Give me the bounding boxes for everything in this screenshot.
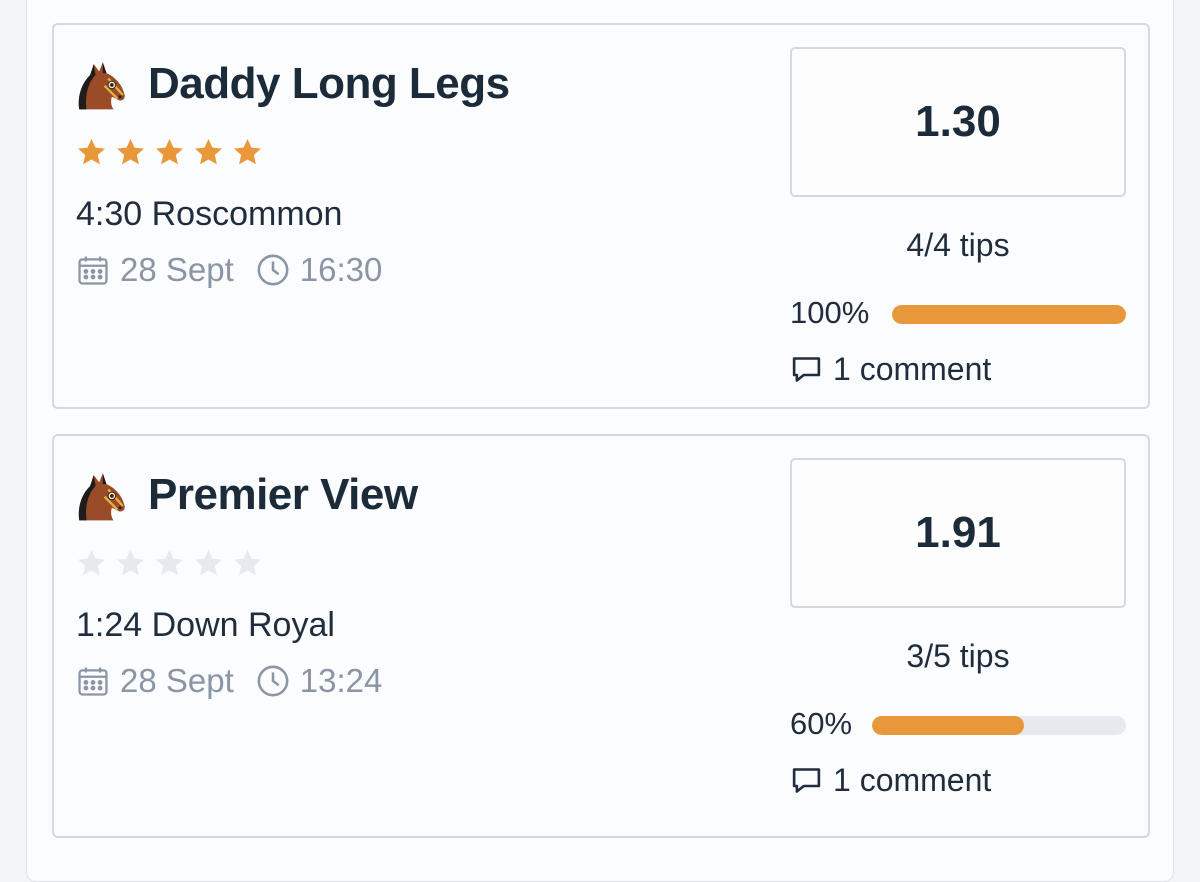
race-time-group: 13:24 xyxy=(256,662,383,700)
tips-count: 3/5 tips xyxy=(906,638,1010,674)
race-date: 28 Sept xyxy=(120,251,234,288)
star-empty-icon xyxy=(156,549,183,576)
comments-link[interactable]: 1 comment xyxy=(790,351,991,388)
tip-card[interactable]: Daddy Long Legs 4:30 Roscommon 28 Sept 1… xyxy=(52,23,1150,409)
star-filled-icon xyxy=(78,138,105,165)
tip-title-row: Daddy Long Legs xyxy=(72,55,510,113)
calendar-icon xyxy=(78,256,108,285)
tips-percent: 60% xyxy=(790,706,853,741)
horse-name[interactable]: Daddy Long Legs xyxy=(148,59,510,109)
race-time: 13:24 xyxy=(299,662,383,699)
calendar-icon xyxy=(78,667,108,696)
star-rating xyxy=(76,137,263,168)
tips-progress-bar xyxy=(892,305,1126,324)
star-empty-icon xyxy=(117,549,144,576)
tip-title-row: Premier View xyxy=(72,466,418,524)
horse-head-icon xyxy=(78,473,125,521)
comments-label[interactable]: 1 comment xyxy=(833,762,991,799)
race-date: 28 Sept xyxy=(120,662,234,699)
comment-icon xyxy=(792,357,821,382)
horse-name[interactable]: Premier View xyxy=(148,470,418,520)
race-meta: 28 Sept 13:24 xyxy=(76,662,382,700)
race-meta: 28 Sept 16:30 xyxy=(76,251,382,289)
comments-link[interactable]: 1 comment xyxy=(790,762,991,799)
odds-box[interactable]: 1.91 xyxy=(790,458,1126,608)
clock-icon xyxy=(257,665,289,697)
comment-icon xyxy=(792,768,821,793)
race-time-group: 16:30 xyxy=(256,251,383,289)
tips-percent: 100% xyxy=(790,295,870,330)
comments-label[interactable]: 1 comment xyxy=(833,351,991,388)
star-filled-icon xyxy=(156,138,183,165)
horse-head-icon xyxy=(78,62,125,110)
star-empty-icon xyxy=(234,549,261,576)
odds-box[interactable]: 1.30 xyxy=(790,47,1126,197)
star-filled-icon xyxy=(195,138,222,165)
star-rating xyxy=(76,548,263,579)
star-empty-icon xyxy=(78,549,105,576)
tip-card[interactable]: Premier View 1:24 Down Royal 28 Sept 13:… xyxy=(52,434,1150,838)
tips-progress-fill xyxy=(872,716,1025,735)
clock-icon xyxy=(257,254,289,286)
race-name: 4:30 Roscommon xyxy=(76,195,343,233)
race-name: 1:24 Down Royal xyxy=(76,606,335,644)
race-time: 16:30 xyxy=(299,251,383,288)
star-empty-icon xyxy=(195,549,222,576)
tips-progress-fill xyxy=(892,305,1126,324)
tips-count: 4/4 tips xyxy=(906,227,1010,263)
star-filled-icon xyxy=(234,138,261,165)
tips-progress-bar xyxy=(872,716,1126,735)
star-filled-icon xyxy=(117,138,144,165)
